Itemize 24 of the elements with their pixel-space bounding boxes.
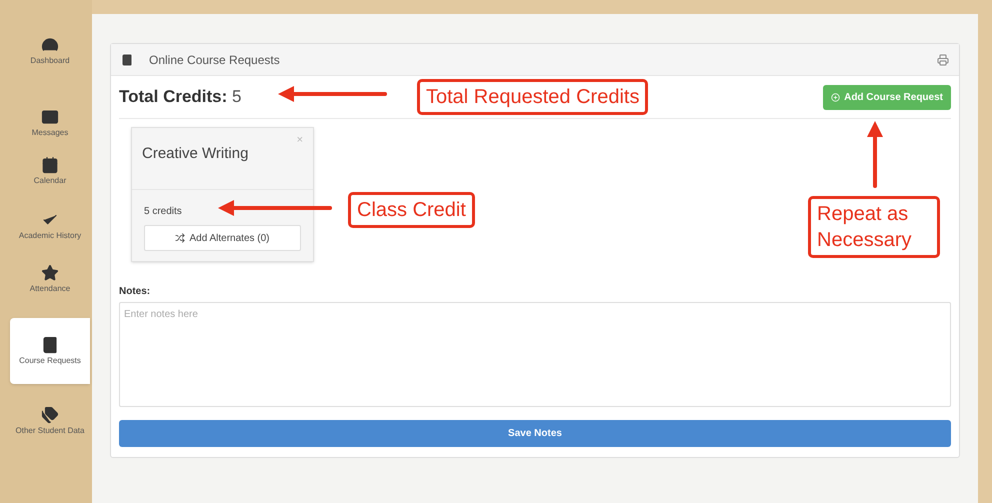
- add-alternates-button[interactable]: Add Alternates (0): [144, 225, 301, 251]
- notes-field[interactable]: Enter notes here: [119, 302, 951, 407]
- add-course-request-button[interactable]: Add Course Request: [823, 84, 951, 110]
- sidebar-item[interactable]: Other Student Data: [10, 400, 90, 442]
- total-credits: Total Credits: 5: [119, 86, 242, 108]
- print-icon[interactable]: [937, 54, 949, 66]
- sidebar-item[interactable]: Dashboard: [10, 30, 90, 72]
- shuffle-icon: [175, 233, 186, 243]
- annotation-callout: Class Credit: [348, 192, 475, 228]
- annotation-callout: Total Requested Credits: [417, 79, 648, 115]
- course-name: Creative Writing: [142, 145, 248, 162]
- course-credits: 5 credits: [144, 205, 182, 219]
- sidebar-item[interactable]: Calendar: [10, 150, 90, 192]
- sidebar-item[interactable]: Attendance: [10, 258, 90, 300]
- notes-label: Notes:: [119, 285, 152, 299]
- plus-icon: [831, 92, 840, 102]
- save-notes-button[interactable]: Save Notes: [119, 420, 951, 447]
- sidebar-item[interactable]: Course Requests: [10, 318, 90, 384]
- annotation-callout: Repeat as Necessary: [808, 196, 940, 258]
- book-icon: [121, 54, 133, 66]
- sidebar-item[interactable]: Messages: [10, 102, 90, 144]
- sidebar-item[interactable]: Academic History: [10, 205, 90, 247]
- panel-title: Online Course Requests: [149, 52, 280, 68]
- arrow: [866, 120, 884, 188]
